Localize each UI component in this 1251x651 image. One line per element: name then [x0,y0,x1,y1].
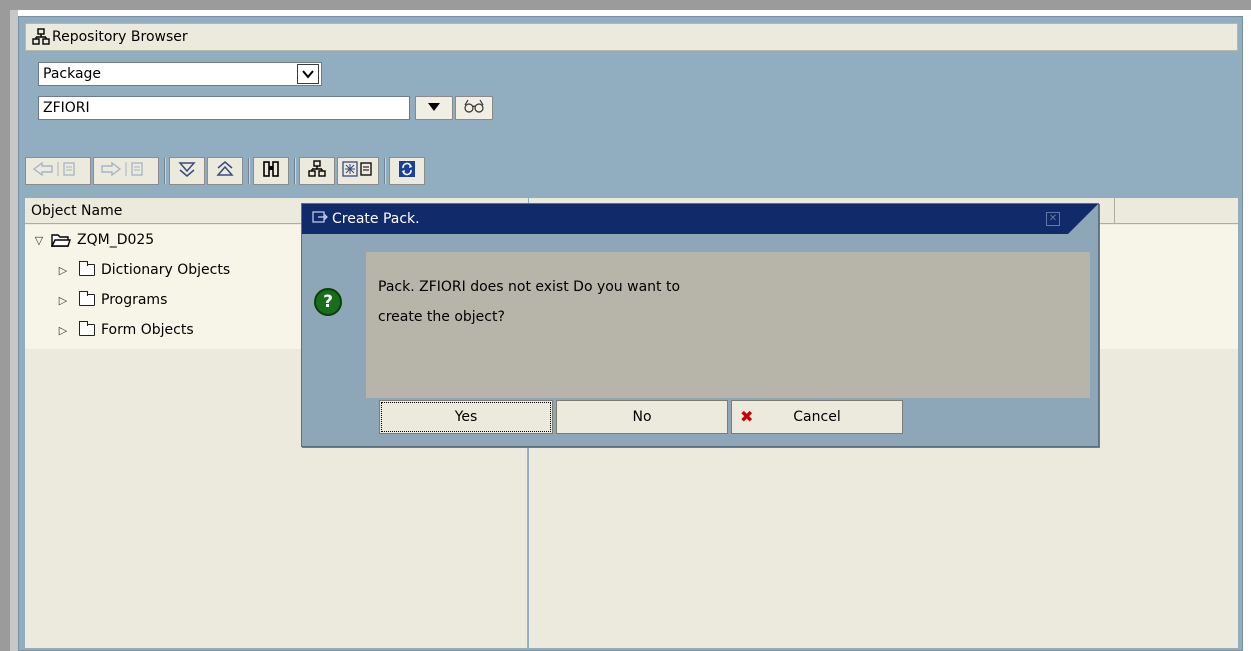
collapsed-triangle-icon[interactable]: ▷ [55,324,71,337]
collapsed-triangle-icon[interactable]: ▷ [55,264,71,277]
yes-button[interactable]: Yes [379,400,553,434]
outer-border-right [1243,10,1251,651]
create-package-dialog: Create Pack. ✕ ? Pack. ZFIORI does not e… [301,203,1099,447]
browser-toolbar [25,156,427,186]
package-name-value: ZFIORI [43,100,90,116]
tree-node-label: Form Objects [101,322,194,338]
dialog-window-icon [312,210,328,228]
expanded-triangle-icon[interactable]: ▽ [31,234,47,247]
tree-node-dictionary-objects[interactable]: ▷ Dictionary Objects [55,255,230,285]
close-x-icon: ✖ [740,407,754,426]
refresh-icon [398,160,416,182]
dialog-message: Pack. ZFIORI does not exist Do you want … [378,272,1058,332]
tree-root-label: ZQM_D025 [77,232,155,248]
dialog-title-corner [1068,204,1098,234]
package-dropdown-button[interactable] [415,96,453,120]
expand-subtree-button[interactable] [169,157,205,185]
chevron-down-icon[interactable] [297,64,319,84]
window-title: Repository Browser [52,29,188,45]
tree-root-node[interactable]: ▽ ZQM_D025 [31,225,154,255]
glasses-icon [463,99,485,117]
dialog-title: Create Pack. [332,211,420,227]
expand-icon [178,161,196,181]
tree-node-label: Dictionary Objects [101,262,231,278]
tree-node-programs[interactable]: ▷ Programs [55,285,167,315]
object-name-header-label: Object Name [31,202,123,219]
repository-browser-title-bar: Repository Browser [25,23,1238,51]
cancel-button-label: Cancel [793,409,841,425]
column-separator[interactable] [1114,198,1115,224]
toolbar-separator [294,158,296,184]
outer-border-top [0,0,1251,10]
folder-icon [79,261,95,276]
folder-icon [79,291,95,306]
hierarchy-button[interactable] [299,157,335,185]
binoculars-icon [262,160,280,182]
toolbar-separator [248,158,250,184]
forward-button[interactable] [93,157,159,185]
triangle-down-icon [427,101,441,116]
cancel-button[interactable]: ✖ Cancel [731,400,903,434]
dialog-close-icon[interactable]: ✕ [1046,212,1060,226]
folder-icon [79,321,95,336]
back-button[interactable] [25,157,91,185]
arrow-right-icon [98,161,154,181]
object-list-button[interactable] [337,157,379,185]
toolbar-separator [384,158,386,184]
input-help-button[interactable] [455,96,493,120]
object-type-value: Package [43,66,102,82]
collapsed-triangle-icon[interactable]: ▷ [55,294,71,307]
no-button[interactable]: No [556,400,728,434]
outer-border-left [0,0,10,651]
arrow-left-icon [30,161,86,181]
outer-border-left-inner [10,10,18,651]
screen: Repository Browser Package ZFIORI Object… [0,0,1251,651]
tree-node-form-objects[interactable]: ▷ Form Objects [55,315,194,345]
tree-node-label: Programs [101,292,168,308]
dialog-title-bar[interactable]: Create Pack. ✕ [302,204,1098,234]
hierarchy-icon [308,160,326,182]
dialog-message-line-2: create the object? [378,309,505,325]
refresh-button[interactable] [389,157,425,185]
yes-button-label: Yes [454,409,478,425]
hierarchy-icon [32,28,50,46]
object-list-icon [342,161,374,181]
dialog-message-area: Pack. ZFIORI does not exist Do you want … [366,252,1090,398]
no-button-label: No [632,409,652,425]
collapse-icon [216,161,234,181]
find-button[interactable] [253,157,289,185]
open-folder-icon [51,232,71,248]
question-icon: ? [314,288,342,316]
collapse-subtree-button[interactable] [207,157,243,185]
dialog-message-line-1: Pack. ZFIORI does not exist Do you want … [378,279,681,295]
package-name-input[interactable]: ZFIORI [38,96,410,120]
object-type-select[interactable]: Package [38,62,322,86]
toolbar-separator [164,158,166,184]
